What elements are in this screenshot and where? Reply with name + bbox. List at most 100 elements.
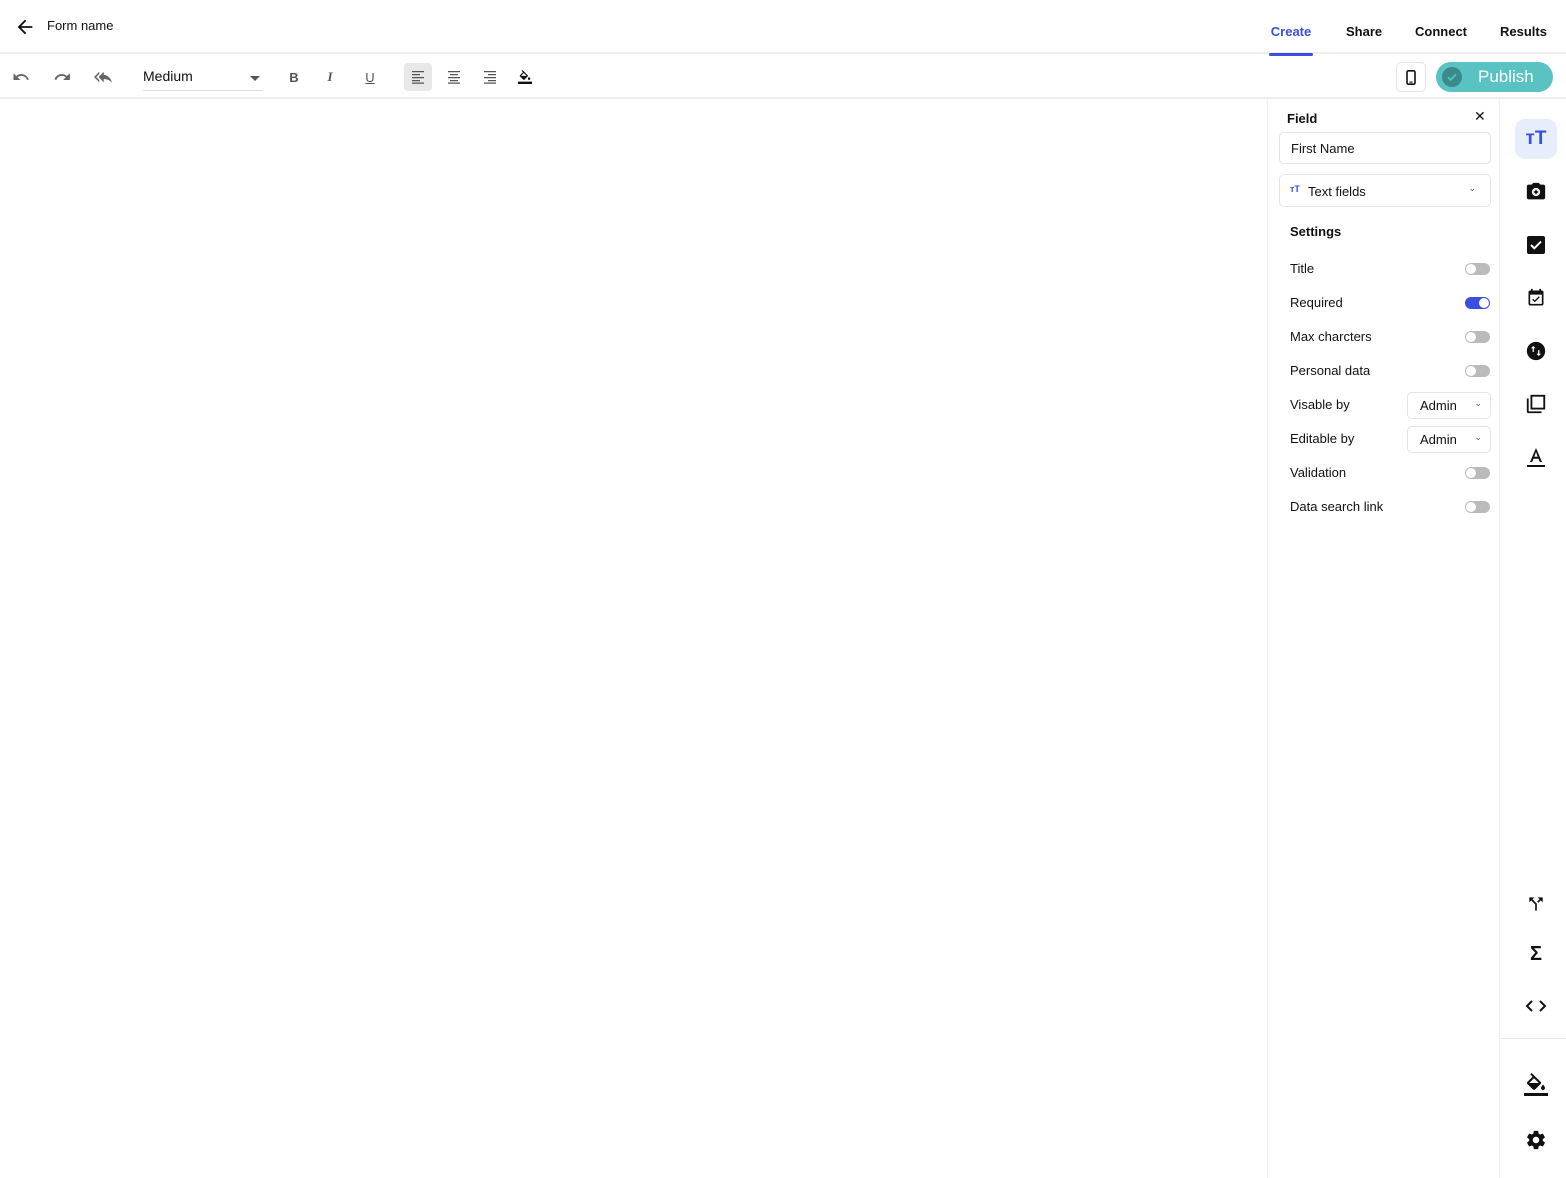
- redo-icon: [54, 73, 70, 80]
- personal-data-toggle[interactable]: [1465, 365, 1490, 377]
- visible-by-select[interactable]: Admin ⌄: [1407, 392, 1491, 419]
- tab-share[interactable]: Share: [1346, 0, 1382, 54]
- field-name-input[interactable]: [1279, 132, 1491, 164]
- rail-sum[interactable]: Σ: [1515, 934, 1557, 974]
- rail-photo[interactable]: [1515, 172, 1557, 212]
- rail-text-format[interactable]: [1515, 437, 1557, 477]
- rail-divider: [1501, 1038, 1566, 1039]
- validation-toggle[interactable]: [1465, 467, 1490, 479]
- branch-icon: [1529, 897, 1543, 911]
- underline-icon: U: [365, 69, 375, 85]
- align-left-icon: [412, 71, 424, 84]
- element-rail: тT Σ: [1501, 100, 1566, 1178]
- font-weight-value: Medium: [143, 68, 193, 84]
- rail-library[interactable]: [1515, 384, 1557, 424]
- main-tabs: Create Share Connect Results: [1269, 0, 1566, 56]
- setting-validation: Validation: [1290, 461, 1490, 485]
- tab-results[interactable]: Results: [1500, 0, 1547, 54]
- rail-date[interactable]: [1515, 278, 1557, 318]
- field-type-select[interactable]: тT Text fields ⌄: [1279, 174, 1491, 207]
- rail-checkbox[interactable]: [1515, 225, 1557, 265]
- reply-all-icon: [94, 71, 112, 83]
- event-available-icon: [1528, 288, 1544, 306]
- setting-label: Validation: [1290, 465, 1347, 480]
- data-search-link-toggle[interactable]: [1465, 501, 1490, 513]
- align-center-button[interactable]: [440, 63, 468, 91]
- publish-button[interactable]: Publish: [1436, 62, 1553, 92]
- undo-button[interactable]: [7, 63, 35, 91]
- setting-label: Title: [1290, 261, 1315, 276]
- setting-label: Editable by: [1290, 431, 1355, 446]
- publish-label: Publish: [1478, 67, 1534, 86]
- caret-down-icon: [250, 76, 260, 81]
- setting-data-search-link: Data search link: [1290, 495, 1490, 519]
- setting-label: Data search link: [1290, 499, 1384, 514]
- rail-fill-color[interactable]: [1515, 1065, 1557, 1105]
- font-weight-select[interactable]: Medium: [143, 65, 263, 91]
- chevron-down-icon: ⌄: [1474, 432, 1482, 442]
- setting-label: Personal data: [1290, 363, 1371, 378]
- setting-label: Visable by: [1290, 397, 1350, 412]
- mobile-phone-icon: [1406, 69, 1416, 85]
- undo-icon: [13, 73, 29, 80]
- text-fields-icon: тT: [1525, 128, 1547, 149]
- setting-personal-data: Personal data: [1290, 359, 1490, 383]
- align-right-button[interactable]: [476, 63, 504, 91]
- max-characters-toggle[interactable]: [1465, 331, 1490, 343]
- bold-icon: B: [289, 69, 299, 85]
- rail-code[interactable]: [1515, 986, 1557, 1026]
- fill-color-button[interactable]: [511, 63, 539, 91]
- add-photo-icon: [1526, 182, 1546, 200]
- setting-title: Title: [1290, 257, 1490, 281]
- settings-heading: Settings: [1290, 224, 1342, 239]
- setting-label: Required: [1290, 295, 1343, 310]
- form-canvas[interactable]: [0, 100, 1267, 1178]
- chevron-down-icon: ⌄: [1468, 183, 1476, 193]
- form-name[interactable]: Form name: [47, 18, 113, 33]
- visible-by-value: Admin: [1420, 398, 1457, 413]
- sigma-icon: Σ: [1529, 942, 1542, 965]
- rail-text-fields[interactable]: тT: [1515, 119, 1557, 159]
- italic-button[interactable]: I: [316, 63, 344, 91]
- setting-max-characters: Max charcters: [1290, 325, 1490, 349]
- required-toggle[interactable]: [1465, 297, 1490, 309]
- setting-label: Max charcters: [1290, 329, 1372, 344]
- format-toolbar: Medium B I U Publish: [0, 55, 1566, 99]
- underline-button[interactable]: U: [356, 63, 384, 91]
- rail-settings[interactable]: [1515, 1120, 1557, 1160]
- text-format-icon: [1527, 448, 1545, 467]
- top-bar: Form name Create Share Connect Results: [0, 0, 1566, 56]
- rail-swap[interactable]: [1515, 331, 1557, 371]
- reply-all-button[interactable]: [89, 63, 117, 91]
- redo-button[interactable]: [48, 63, 76, 91]
- align-center-icon: [448, 71, 460, 84]
- italic-icon: I: [327, 69, 333, 84]
- settings-gear-icon: [1527, 1130, 1545, 1150]
- check-circle-icon: [1442, 67, 1462, 87]
- fill-color-icon: [1524, 1073, 1548, 1096]
- field-properties-panel: Field ✕ тT Text fields ⌄ Settings Title …: [1267, 100, 1500, 1178]
- checkbox-icon: [1527, 236, 1545, 254]
- editable-by-value: Admin: [1420, 432, 1457, 447]
- close-icon[interactable]: ✕: [1474, 108, 1486, 125]
- setting-required: Required: [1290, 291, 1490, 315]
- code-icon: [1525, 1000, 1547, 1012]
- library-icon: [1526, 394, 1546, 414]
- field-type-value: Text fields: [1308, 184, 1366, 199]
- rail-branch[interactable]: [1515, 884, 1557, 924]
- editable-by-select[interactable]: Admin ⌄: [1407, 426, 1491, 453]
- text-fields-icon: тT: [1290, 184, 1300, 194]
- align-right-icon: [484, 71, 496, 84]
- swap-vert-circle-icon: [1526, 341, 1546, 361]
- tab-connect[interactable]: Connect: [1415, 0, 1467, 54]
- back-arrow-icon[interactable]: [14, 16, 36, 38]
- chevron-down-icon: ⌄: [1474, 398, 1482, 408]
- bold-button[interactable]: B: [280, 63, 308, 91]
- panel-title: Field: [1287, 111, 1318, 126]
- mobile-preview-button[interactable]: [1396, 62, 1426, 92]
- title-toggle[interactable]: [1465, 263, 1490, 275]
- setting-editable-by: Editable by Admin ⌄: [1290, 426, 1491, 453]
- tab-create[interactable]: Create: [1269, 0, 1313, 56]
- fill-color-icon: [518, 70, 532, 84]
- align-left-button[interactable]: [404, 63, 432, 91]
